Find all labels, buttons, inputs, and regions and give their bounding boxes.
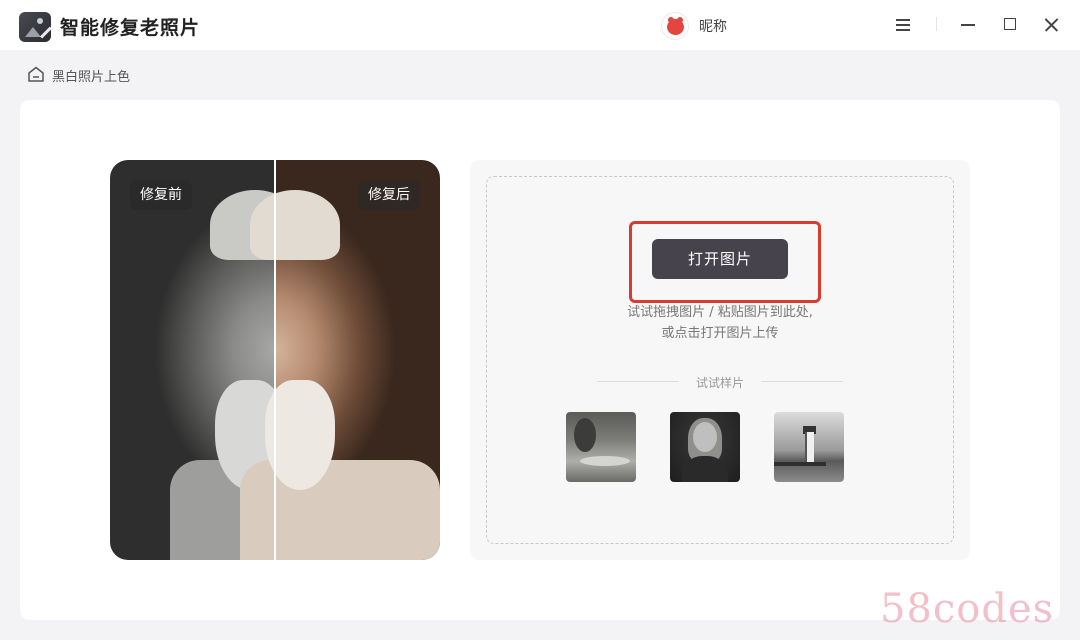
before-after-preview: 修复前 修复后 <box>110 160 440 560</box>
close-icon[interactable] <box>1039 12 1065 38</box>
sample-thumb-garden[interactable] <box>566 412 636 482</box>
open-image-button[interactable]: 打开图片 <box>652 239 788 279</box>
main-card: 修复前 修复后 打开图片 试试拖拽图片 / 粘贴图片到此处, 或点击打开图片上传… <box>20 100 1060 620</box>
minimize-icon[interactable] <box>955 12 981 38</box>
after-image <box>240 160 440 560</box>
drop-zone[interactable]: 打开图片 试试拖拽图片 / 粘贴图片到此处, 或点击打开图片上传 试试样片 <box>486 176 954 544</box>
upload-hint-line1: 试试拖拽图片 / 粘贴图片到此处, <box>627 305 813 320</box>
sample-thumb-lighthouse[interactable] <box>774 412 844 482</box>
upload-panel: 打开图片 试试拖拽图片 / 粘贴图片到此处, 或点击打开图片上传 试试样片 <box>470 160 970 560</box>
watermark: 58codes <box>880 586 1055 632</box>
breadcrumb-label[interactable]: 黑白照片上色 <box>52 66 130 85</box>
samples-label: 试试样片 <box>695 376 744 390</box>
samples-divider-right <box>761 381 843 382</box>
upload-hint-line2: 或点击打开图片上传 <box>661 326 779 341</box>
sample-thumb-portrait[interactable] <box>670 412 740 482</box>
maximize-icon[interactable] <box>997 12 1023 38</box>
before-tag: 修复前 <box>130 180 192 210</box>
avatar[interactable] <box>661 12 689 40</box>
compare-divider[interactable] <box>274 160 276 560</box>
title-bar: 智能修复老照片 昵称 <box>0 0 1080 50</box>
after-tag: 修复后 <box>358 180 420 210</box>
photo-restore-icon <box>19 12 51 42</box>
app-title: 智能修复老照片 <box>60 17 201 39</box>
title-divider <box>936 17 937 31</box>
hamburger-menu-icon[interactable] <box>890 12 916 38</box>
home-icon[interactable] <box>27 66 45 82</box>
user-nickname[interactable]: 昵称 <box>699 16 727 36</box>
